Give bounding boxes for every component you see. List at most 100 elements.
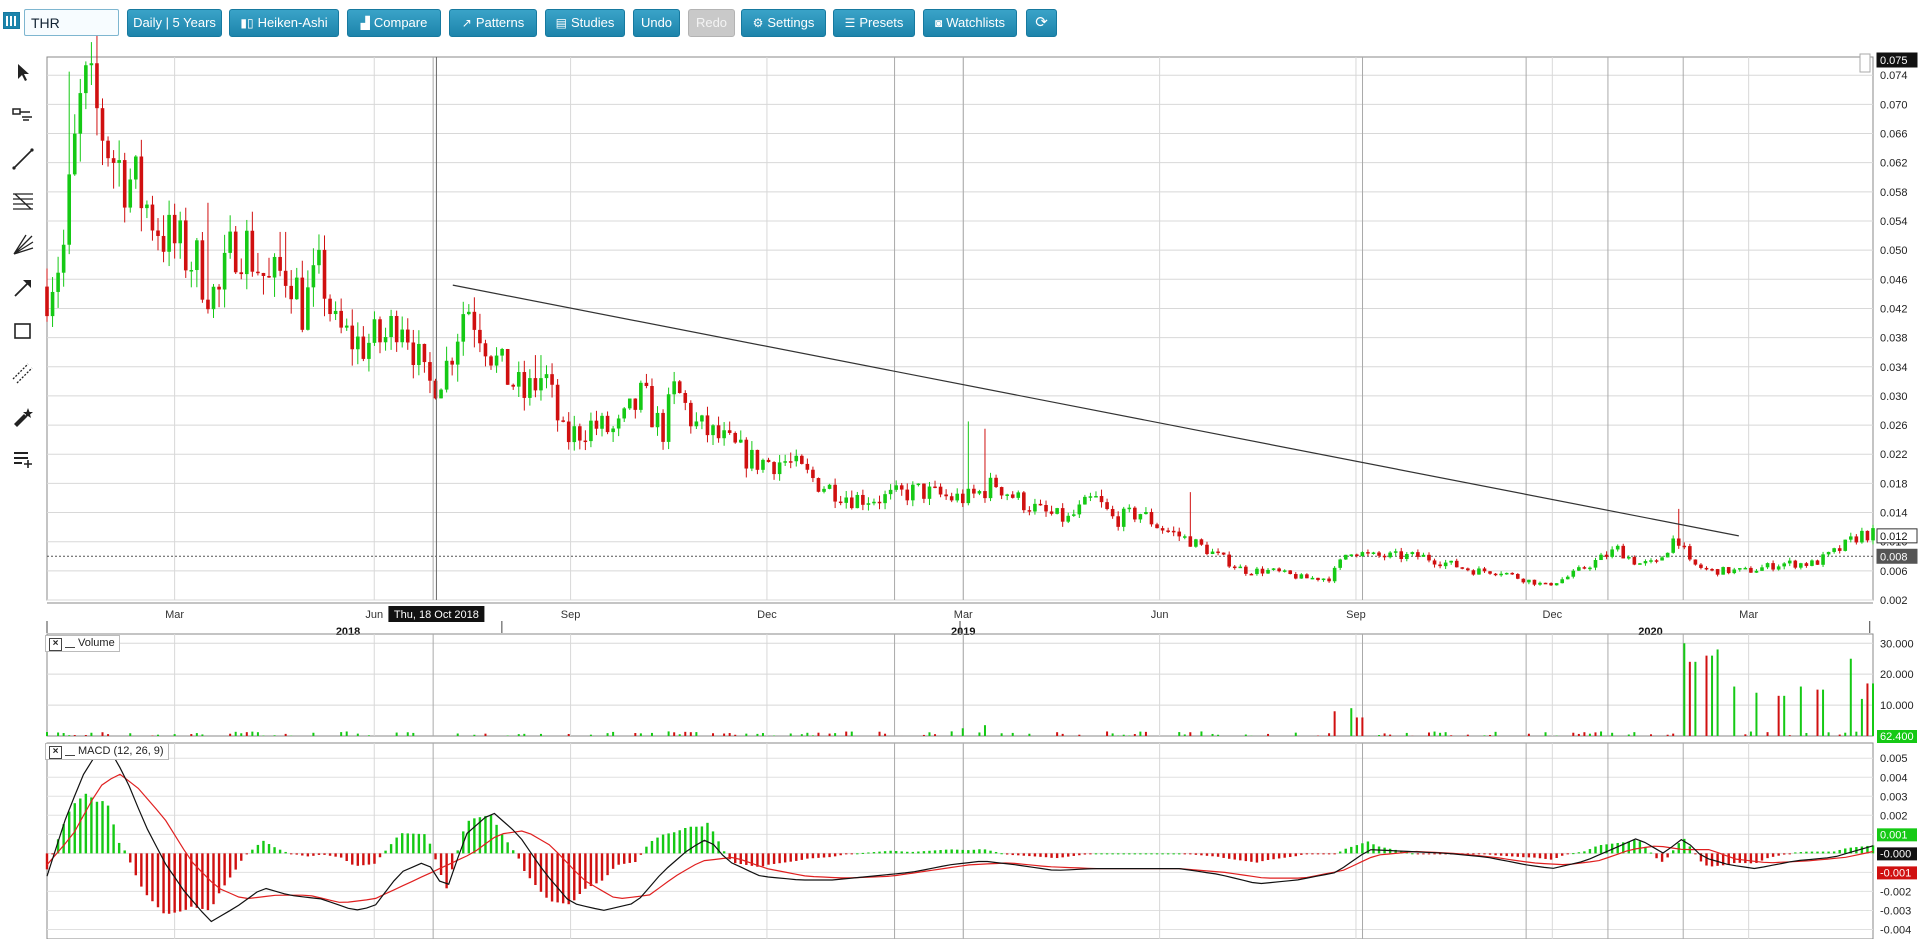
macd-histogram-bar — [1039, 853, 1042, 857]
candle-down — [1493, 573, 1498, 576]
candle-up — [1238, 566, 1243, 569]
close-volume-icon[interactable]: × — [49, 638, 62, 651]
volume-bar — [1766, 732, 1769, 736]
macd-histogram-bar — [906, 851, 909, 854]
macd-histogram-bar — [84, 793, 88, 854]
candle-down — [1355, 554, 1359, 557]
macd-histogram-bar — [828, 853, 831, 858]
candle-up — [189, 270, 194, 272]
macd-histogram-bar — [967, 850, 970, 854]
volume-bar — [811, 735, 814, 736]
minimize-volume-icon[interactable] — [65, 636, 75, 648]
macd-histogram-bar — [251, 849, 254, 854]
candle-down — [1704, 567, 1709, 570]
candle-down — [1382, 555, 1387, 558]
macd-histogram-bar — [1844, 848, 1847, 854]
volume-bar — [1427, 732, 1430, 736]
candle-up — [1588, 567, 1592, 570]
candle-up — [272, 256, 277, 278]
minimize-macd-icon[interactable] — [65, 744, 75, 756]
macd-histogram-bar — [489, 814, 493, 854]
macd-panel-title: × MACD (12, 26, 9) — [45, 743, 169, 760]
macd-histogram-bar — [301, 853, 304, 856]
volume-bar — [1849, 658, 1852, 736]
candle-up — [1016, 492, 1021, 498]
macd-histogram-bar — [1727, 853, 1730, 865]
candle-up — [167, 214, 171, 252]
volume-bar — [606, 733, 609, 736]
candle-up — [516, 372, 521, 387]
close-macd-icon[interactable]: × — [49, 746, 62, 759]
volume-bar — [1056, 732, 1059, 736]
volume-bar — [1466, 734, 1469, 736]
candle-down — [972, 488, 976, 494]
candle-down — [350, 325, 355, 350]
macd-histogram-bar — [1627, 841, 1630, 854]
candle-down — [1260, 568, 1265, 574]
candle-up — [222, 252, 227, 290]
candle-up — [1266, 569, 1270, 574]
macd-histogram-bar — [817, 853, 820, 858]
macd-histogram-bar — [1827, 851, 1830, 854]
macd-histogram-bar — [1350, 846, 1353, 854]
volume-bar — [1544, 732, 1547, 736]
volume-tick-label: 10.000 — [1880, 700, 1914, 712]
macd-histogram-bar — [928, 850, 931, 854]
candle-up — [1033, 503, 1037, 512]
volume-bar — [1777, 695, 1780, 736]
macd-histogram-bar — [1200, 853, 1203, 856]
volume-bar — [1211, 733, 1214, 736]
macd-tick-label: -0.003 — [1880, 905, 1911, 917]
volume-bar — [1577, 733, 1580, 736]
macd-histogram-bar — [95, 801, 99, 854]
volume-bar — [1144, 731, 1147, 736]
macd-histogram-bar — [1511, 853, 1514, 857]
trendline-price-badge: 0.012 — [1880, 531, 1908, 543]
price-panel[interactable]: 0.074 0.070 0.066 0.062 0.058 0.054 0.050 0.046… — [45, 35, 1918, 638]
candle-up — [1593, 560, 1598, 568]
macd-histogram-bar — [1599, 845, 1603, 854]
macd-histogram-bar — [989, 850, 992, 854]
volume-bar — [1711, 655, 1714, 736]
candle-down — [1049, 511, 1054, 514]
chart-area[interactable]: 0.074 0.070 0.066 0.062 0.058 0.054 0.050 0.046… — [0, 0, 1920, 939]
macd-histogram-bar — [262, 840, 265, 854]
volume-panel[interactable]: 30.000 20.000 10.000 62.400 — [46, 633, 1917, 743]
macd-histogram-bar — [1100, 853, 1103, 855]
candle-up — [1310, 577, 1315, 580]
volume-bar — [806, 732, 809, 736]
candle-down — [816, 478, 821, 492]
candle-down — [1416, 552, 1420, 557]
macd-histogram-bar — [1472, 853, 1475, 855]
price-tick-label: 0.026 — [1880, 420, 1908, 432]
candle-up — [89, 63, 94, 66]
candle-down — [644, 382, 649, 387]
candle-up — [761, 459, 765, 470]
macd-histogram-bar — [528, 853, 532, 879]
candle-down — [1854, 536, 1859, 543]
candle-up — [444, 360, 449, 390]
candle-up — [1626, 557, 1631, 559]
macd-signal-line — [46, 773, 1874, 903]
candle-down — [1549, 583, 1553, 586]
candle-down — [422, 343, 427, 363]
macd-histogram-bar — [1316, 853, 1320, 855]
volume-bar — [878, 731, 881, 736]
macd-histogram-bar — [1033, 853, 1037, 857]
volume-bar — [589, 734, 592, 736]
candle-down — [1510, 572, 1515, 575]
candle-up — [1599, 554, 1603, 561]
volume-bar — [567, 733, 570, 736]
volume-bar — [1183, 734, 1186, 736]
candle-down — [1244, 566, 1248, 574]
candle-down — [1726, 567, 1731, 574]
macd-line-badge: -0.000 — [1880, 848, 1911, 860]
macd-histogram-bar — [856, 853, 859, 855]
macd-panel[interactable]: 0.0050.0040.0030.0020.0010.000-0.001-0.0… — [45, 742, 1917, 939]
volume-bar — [728, 733, 731, 736]
volume-bar — [1694, 661, 1697, 736]
candle-down — [1305, 574, 1309, 579]
volume-bar — [1355, 717, 1358, 736]
candle-down — [561, 420, 565, 422]
candle-up — [1649, 560, 1653, 562]
